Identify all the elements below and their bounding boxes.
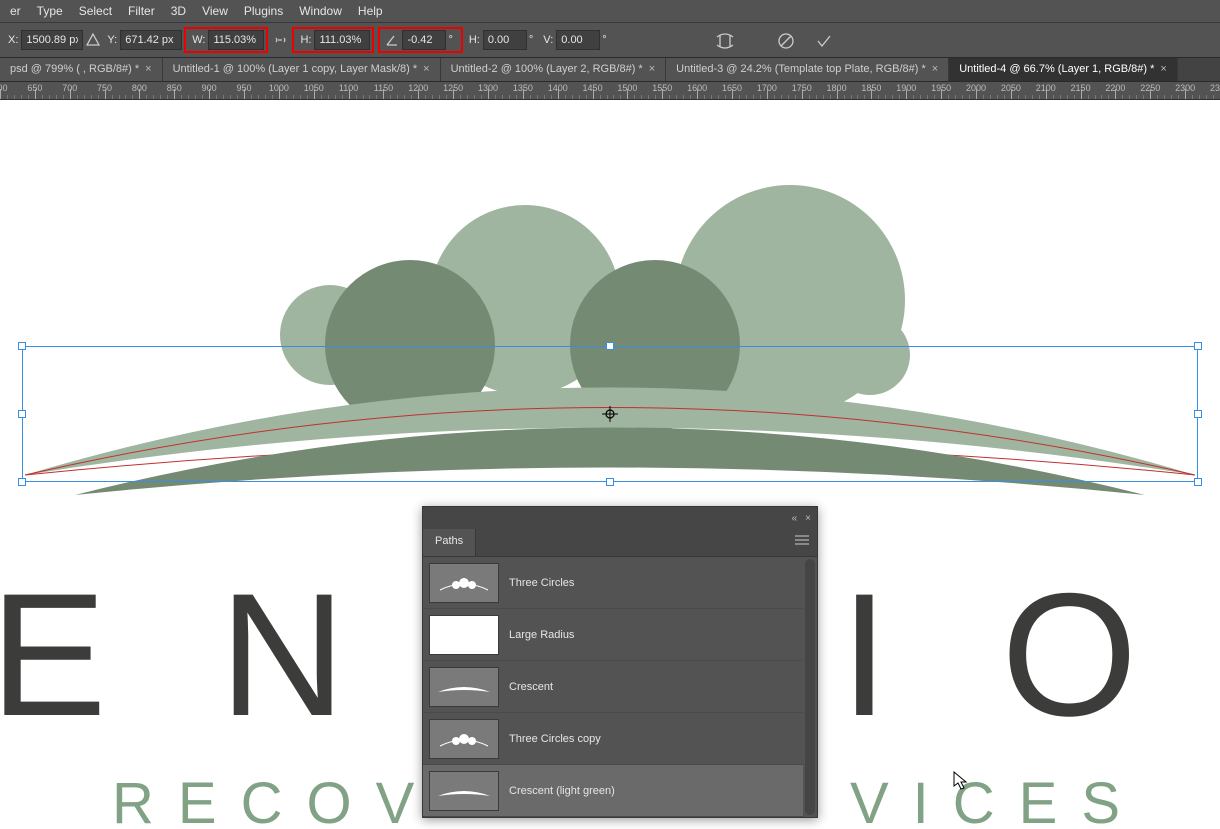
path-thumbnail[interactable]: [429, 563, 499, 603]
path-thumbnail[interactable]: [429, 615, 499, 655]
cancel-transform-icon[interactable]: [776, 31, 796, 51]
canvas-area[interactable]: E N E I O N RECOV VICES « × Paths Three …: [0, 100, 1220, 829]
close-icon[interactable]: ×: [1160, 63, 1166, 75]
transform-handle[interactable]: [18, 478, 26, 486]
menu-item[interactable]: Plugins: [236, 2, 291, 20]
panel-menu-icon[interactable]: [787, 529, 817, 556]
path-row[interactable]: Crescent (light green): [423, 765, 803, 817]
h-label: H:: [300, 34, 311, 46]
skew-h-unit: °: [529, 34, 533, 46]
skew-h-label: H:: [469, 34, 480, 46]
path-thumbnail[interactable]: [429, 771, 499, 811]
tab-label: Untitled-4 @ 66.7% (Layer 1, RGB/8#) *: [959, 63, 1154, 75]
commit-transform-icon[interactable]: [814, 31, 834, 51]
document-tab[interactable]: psd @ 799% ( , RGB/8#) * ×: [0, 57, 163, 81]
path-name-label: Large Radius: [509, 629, 574, 641]
y-label: Y:: [107, 34, 117, 46]
link-icon[interactable]: [270, 30, 290, 50]
transform-handle[interactable]: [18, 342, 26, 350]
logo-subtext: VICES: [850, 770, 1144, 829]
panel-titlebar[interactable]: « ×: [423, 507, 817, 529]
transform-handle[interactable]: [18, 410, 26, 418]
skew-v-input[interactable]: [556, 30, 600, 50]
menu-item[interactable]: View: [194, 2, 236, 20]
x-input[interactable]: [21, 30, 83, 50]
path-name-label: Crescent (light green): [509, 785, 615, 797]
transform-handle[interactable]: [1194, 342, 1202, 350]
panel-tab-paths[interactable]: Paths: [423, 529, 476, 556]
collapse-icon[interactable]: «: [792, 513, 798, 524]
document-tab[interactable]: Untitled-4 @ 66.7% (Layer 1, RGB/8#) * ×: [949, 57, 1178, 81]
close-icon[interactable]: ×: [145, 63, 151, 75]
x-label: X:: [8, 34, 18, 46]
options-bar: X: Y: W: H: ° H: ° V: °: [0, 22, 1220, 58]
document-tabs: psd @ 799% ( , RGB/8#) * × Untitled-1 @ 1…: [0, 58, 1220, 82]
path-name-label: Three Circles copy: [509, 733, 601, 745]
menu-item[interactable]: Select: [71, 2, 120, 20]
close-icon[interactable]: ×: [932, 63, 938, 75]
skew-v-unit: °: [602, 34, 606, 46]
reference-point-icon[interactable]: [83, 30, 103, 50]
warp-icon[interactable]: [712, 29, 738, 53]
transform-center-icon[interactable]: [602, 406, 618, 422]
tab-label: psd @ 799% ( , RGB/8#) *: [10, 63, 139, 75]
menu-item[interactable]: Filter: [120, 2, 163, 20]
menu-bar: er Type Select Filter 3D View Plugins Wi…: [0, 0, 1220, 22]
transform-handle[interactable]: [1194, 478, 1202, 486]
height-highlight: H:: [292, 27, 374, 53]
angle-highlight: °: [378, 27, 462, 53]
transform-handle[interactable]: [1194, 410, 1202, 418]
tab-label: Untitled-2 @ 100% (Layer 2, RGB/8#) *: [451, 63, 643, 75]
w-input[interactable]: [208, 30, 264, 50]
y-input[interactable]: [120, 30, 182, 50]
path-name-label: Three Circles: [509, 577, 574, 589]
logo-text: I O N: [840, 555, 1220, 757]
angle-unit: °: [448, 34, 452, 46]
transform-handle[interactable]: [606, 342, 614, 350]
angle-input[interactable]: [402, 30, 446, 50]
menu-item[interactable]: Type: [29, 2, 71, 20]
h-input[interactable]: [314, 30, 370, 50]
path-row[interactable]: Three Circles: [423, 557, 803, 609]
menu-item[interactable]: 3D: [163, 2, 194, 20]
width-highlight: W:: [184, 27, 268, 53]
paths-panel[interactable]: « × Paths Three Circles Large Radius Cresc…: [422, 506, 818, 818]
path-row[interactable]: Three Circles copy: [423, 713, 803, 765]
path-thumbnail[interactable]: [429, 719, 499, 759]
path-row[interactable]: Crescent: [423, 661, 803, 713]
logo-subtext: RECOV: [112, 770, 438, 829]
tab-label: Untitled-1 @ 100% (Layer 1 copy, Layer M…: [173, 63, 418, 75]
document-tab[interactable]: Untitled-1 @ 100% (Layer 1 copy, Layer M…: [163, 57, 441, 81]
scrollbar[interactable]: [805, 559, 815, 815]
skew-v-label: V:: [543, 34, 553, 46]
transform-handle[interactable]: [606, 478, 614, 486]
angle-icon: [382, 30, 402, 50]
close-icon[interactable]: ×: [805, 513, 811, 524]
transform-bounding-box[interactable]: [22, 346, 1198, 482]
skew-h-input[interactable]: [483, 30, 527, 50]
path-row[interactable]: Large Radius: [423, 609, 803, 661]
close-icon[interactable]: ×: [423, 63, 429, 75]
document-tab[interactable]: Untitled-2 @ 100% (Layer 2, RGB/8#) * ×: [441, 57, 667, 81]
menu-item[interactable]: er: [2, 2, 29, 20]
w-label: W:: [192, 34, 205, 46]
menu-item[interactable]: Help: [350, 2, 391, 20]
close-icon[interactable]: ×: [649, 63, 655, 75]
menu-item[interactable]: Window: [291, 2, 350, 20]
document-tab[interactable]: Untitled-3 @ 24.2% (Template top Plate, …: [666, 57, 949, 81]
path-thumbnail[interactable]: [429, 667, 499, 707]
path-name-label: Crescent: [509, 681, 553, 693]
tab-label: Untitled-3 @ 24.2% (Template top Plate, …: [676, 63, 926, 75]
horizontal-ruler[interactable]: 6006507007508008509009501000105011001150…: [0, 82, 1220, 100]
